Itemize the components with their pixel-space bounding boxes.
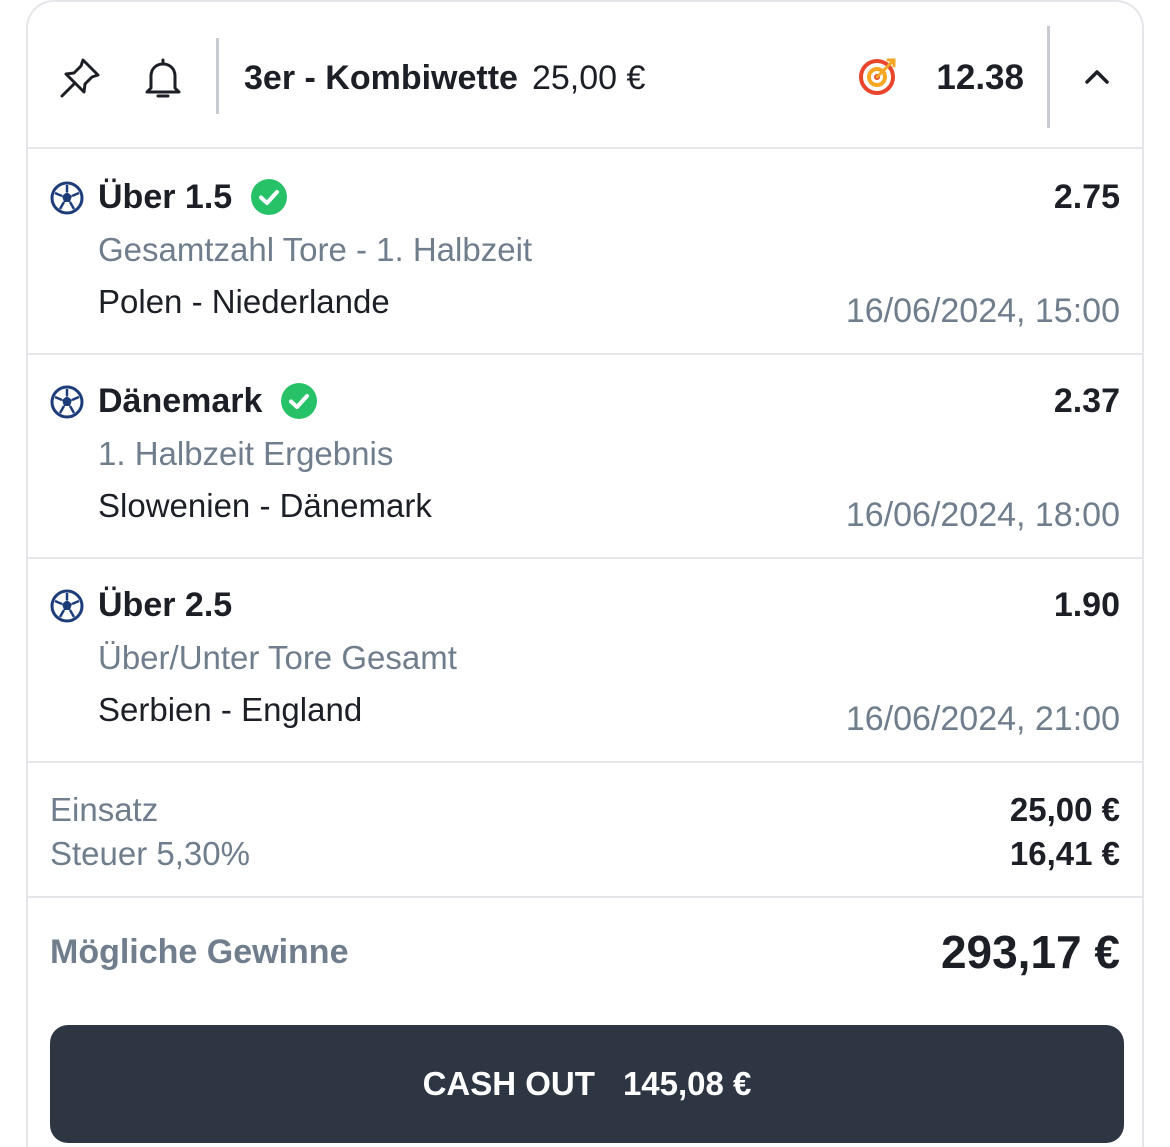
soccer-ball-icon — [50, 385, 84, 419]
possible-winnings-label: Mögliche Gewinne — [50, 932, 349, 971]
soccer-ball-icon — [50, 181, 84, 215]
bet-market: 1. Halbzeit Ergebnis — [98, 435, 394, 472]
bet-odds: 1.90 — [1053, 585, 1120, 624]
stake-value: 25,00 € — [1009, 791, 1120, 828]
bet-selection: Über 1.5 — [98, 175, 288, 219]
cash-out-amount: 145,08 € — [622, 1065, 752, 1102]
selection-label: Über 1.5 — [98, 177, 233, 216]
selection-label: Dänemark — [98, 381, 263, 420]
header-divider-right — [1047, 26, 1050, 128]
selection-label: Über 2.5 — [98, 585, 233, 624]
bet-odds: 2.75 — [1053, 177, 1120, 216]
stake-row: Einsatz 25,00 € — [50, 789, 1120, 831]
bet-datetime: 16/06/2024, 21:00 — [845, 699, 1120, 738]
bet-match: Serbien - England — [98, 691, 363, 728]
bet-match: Slowenien - Dänemark — [98, 487, 432, 524]
tax-row: Steuer 5,30% 16,41 € — [50, 833, 1120, 875]
total-odds: 12.38 — [936, 58, 1024, 97]
bet-leg[interactable]: Dänemark 2.37 1. Halbzeit Ergebnis Slowe… — [28, 355, 1142, 559]
soccer-ball-icon — [50, 589, 84, 623]
bell-icon[interactable] — [140, 54, 186, 102]
bet-card: 3er - Kombiwette 25,00 € 12.38 Über 1.5 … — [26, 0, 1144, 1147]
cash-out-label: CASH OUT — [422, 1065, 595, 1102]
bet-card-header: 3er - Kombiwette 25,00 € 12.38 — [28, 2, 1142, 149]
chevron-up-icon[interactable] — [1076, 56, 1118, 98]
possible-winnings-row: Mögliche Gewinne 293,17 € — [50, 922, 1120, 982]
possible-winnings-value: 293,17 € — [940, 926, 1120, 978]
bet-type: 3er - Kombiwette — [244, 58, 518, 97]
pin-icon[interactable] — [54, 54, 106, 102]
check-icon — [251, 179, 288, 215]
target-icon — [858, 56, 898, 96]
bet-market: Über/Unter Tore Gesamt — [98, 639, 457, 676]
bet-summary: Einsatz 25,00 € Steuer 5,30% 16,41 € — [28, 761, 1142, 898]
bet-leg[interactable]: Über 1.5 2.75 Gesamtzahl Tore - 1. Halbz… — [28, 151, 1142, 355]
tax-label: Steuer 5,30% — [50, 835, 250, 872]
header-divider — [216, 38, 219, 114]
bet-odds: 2.37 — [1053, 381, 1120, 420]
bet-selection: Dänemark — [98, 379, 318, 423]
tax-value: 16,41 € — [1009, 835, 1120, 872]
bet-title: 3er - Kombiwette 25,00 € — [244, 54, 645, 102]
bet-leg[interactable]: Über 2.5 1.90 Über/Unter Tore Gesamt Ser… — [28, 559, 1142, 763]
bet-market: Gesamtzahl Tore - 1. Halbzeit — [98, 231, 533, 268]
stake-label: Einsatz — [50, 791, 159, 828]
bet-stake: 25,00 € — [531, 58, 646, 97]
bet-selection: Über 2.5 — [98, 583, 232, 627]
bet-datetime: 16/06/2024, 15:00 — [845, 291, 1120, 330]
check-icon — [281, 383, 318, 419]
bet-datetime: 16/06/2024, 18:00 — [845, 495, 1120, 534]
cash-out-button[interactable]: CASH OUT 145,08 € — [50, 1025, 1124, 1143]
bet-match: Polen - Niederlande — [98, 283, 390, 320]
